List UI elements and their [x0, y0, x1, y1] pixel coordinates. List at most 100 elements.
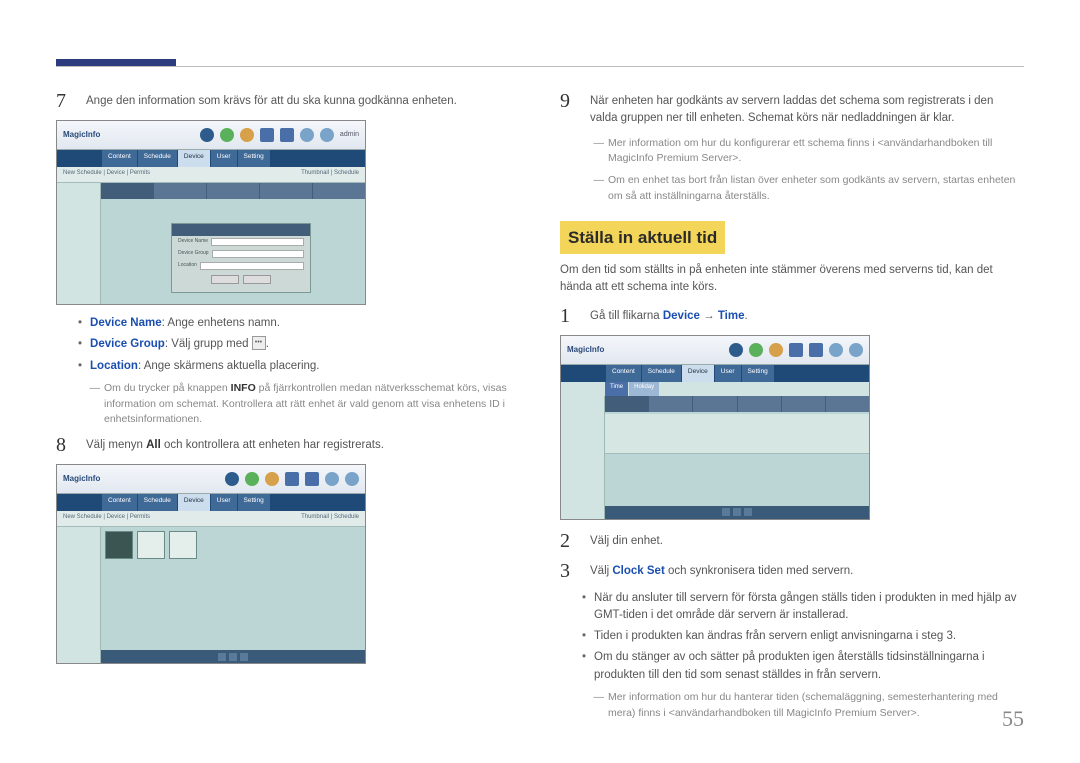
subbar-left: New Schedule | Device | Permits	[63, 513, 150, 524]
subbar-left: New Schedule | Device | Permits	[63, 169, 150, 180]
page-number: 55	[1002, 702, 1024, 735]
step-text: Ange den information som krävs för att d…	[86, 90, 520, 110]
bullet-icon	[78, 336, 82, 353]
status-icon	[220, 128, 234, 142]
help-icon	[849, 343, 863, 357]
subtab-time[interactable]: Time	[605, 382, 628, 396]
panel-icon	[809, 343, 823, 357]
page-num-icon[interactable]	[229, 653, 237, 661]
device-thumb[interactable]	[169, 531, 197, 559]
bullet-text: När du ansluter till servern för första …	[594, 590, 1024, 625]
warning-icon	[769, 343, 783, 357]
step-9: 9 När enheten har godkänts av servern la…	[560, 90, 1024, 128]
app-tabs: Content Schedule Device User Setting	[561, 365, 869, 382]
device-group-input[interactable]	[212, 250, 304, 258]
app-tabs: Content Schedule Device User Setting	[57, 494, 365, 511]
time-bullets: När du ansluter till servern för första …	[582, 590, 1024, 684]
page-prev-icon[interactable]	[722, 508, 730, 516]
panel-icon	[285, 472, 299, 486]
cancel-button[interactable]	[243, 275, 271, 284]
approve-dialog: Device Name Device Group Location	[171, 223, 311, 293]
page-next-icon[interactable]	[240, 653, 248, 661]
bullet-icon	[582, 649, 586, 684]
tab-content[interactable]: Content	[606, 365, 641, 382]
screenshot-device-list: MagicInfo Content Schedule Device User S…	[56, 464, 366, 664]
tab-schedule[interactable]: Schedule	[642, 365, 681, 382]
screenshot-approve-device: MagicInfo admin Content Schedule Device …	[56, 120, 366, 305]
bullet-icon	[78, 358, 82, 375]
table-header	[605, 396, 869, 412]
field-label: Location	[178, 262, 197, 270]
bullet-item: Tiden i produkten kan ändras från server…	[582, 628, 1024, 645]
globe-icon	[300, 128, 314, 142]
header-divider	[56, 66, 1024, 67]
app-workarea	[101, 527, 365, 663]
bullet-icon	[78, 315, 82, 332]
note-text: Om du trycker på knappen INFO på fjärrko…	[104, 381, 520, 428]
step-text: Gå till flikarna Device → Time.	[590, 305, 1024, 325]
panel-icon	[789, 343, 803, 357]
app-workarea	[605, 396, 869, 519]
note-text: Om en enhet tas bort från listan över en…	[608, 173, 1024, 205]
bullet-icon	[582, 628, 586, 645]
app-sidebar	[57, 183, 101, 304]
tab-user[interactable]: User	[211, 494, 237, 511]
tab-user[interactable]: User	[715, 365, 741, 382]
table-row[interactable]	[605, 414, 869, 454]
tab-user[interactable]: User	[211, 150, 237, 167]
tab-schedule[interactable]: Schedule	[138, 494, 177, 511]
page-next-icon[interactable]	[744, 508, 752, 516]
tab-schedule[interactable]: Schedule	[138, 150, 177, 167]
help-icon	[320, 128, 334, 142]
step-text: Välj Clock Set och synkronisera tiden me…	[590, 560, 1024, 580]
server-icon	[200, 128, 214, 142]
field-label: Device Group	[178, 250, 209, 258]
step-number: 7	[56, 90, 72, 112]
app-brand: MagicInfo	[63, 473, 100, 485]
app-sidebar	[57, 527, 101, 663]
page-prev-icon[interactable]	[218, 653, 226, 661]
step-3: 3 Välj Clock Set och synkronisera tiden …	[560, 560, 1024, 582]
note-text: Mer information om hur du konfigurerar e…	[608, 136, 1024, 168]
tab-device[interactable]: Device	[178, 494, 210, 511]
status-icon	[245, 472, 259, 486]
server-icon	[729, 343, 743, 357]
tab-content[interactable]: Content	[102, 150, 137, 167]
bullet-device-group: Device Group: Välj grupp med .	[78, 336, 520, 353]
bullet-item: Om du stänger av och sätter på produkten…	[582, 649, 1024, 684]
step-number: 2	[560, 530, 576, 552]
tab-setting[interactable]: Setting	[238, 494, 270, 511]
tab-content[interactable]: Content	[102, 494, 137, 511]
app-brand: MagicInfo	[63, 129, 100, 141]
bullet-text: Device Group: Välj grupp med .	[90, 336, 269, 353]
pager	[605, 506, 869, 519]
bullet-device-name: Device Name: Ange enhetens namn.	[78, 315, 520, 332]
device-thumb[interactable]	[105, 531, 133, 559]
tab-setting[interactable]: Setting	[742, 365, 774, 382]
location-input[interactable]	[200, 262, 304, 270]
app-subbar: New Schedule | Device | Permits Thumbnai…	[57, 167, 365, 183]
subtab-holiday[interactable]: Holiday	[629, 382, 659, 396]
section-intro: Om den tid som ställts in på enheten int…	[560, 262, 1024, 297]
tab-device[interactable]: Device	[178, 150, 210, 167]
browse-button-icon	[252, 336, 266, 350]
bullet-location: Location: Ange skärmens aktuella placeri…	[78, 358, 520, 375]
dash-icon	[588, 136, 604, 168]
ok-button[interactable]	[211, 275, 239, 284]
help-icon	[345, 472, 359, 486]
dash-icon	[84, 381, 100, 428]
note-schedule-manual: Mer information om hur du konfigurerar e…	[588, 136, 1024, 168]
tab-device[interactable]: Device	[682, 365, 714, 382]
device-thumb[interactable]	[137, 531, 165, 559]
app-body	[561, 396, 869, 519]
dialog-title-bar	[172, 224, 310, 236]
step-7: 7 Ange den information som krävs för att…	[56, 90, 520, 112]
globe-icon	[829, 343, 843, 357]
tab-setting[interactable]: Setting	[238, 150, 270, 167]
panel-icon	[280, 128, 294, 142]
page-num-icon[interactable]	[733, 508, 741, 516]
device-name-input[interactable]	[211, 238, 304, 246]
section-title: Ställa in aktuell tid	[560, 221, 725, 255]
globe-icon	[325, 472, 339, 486]
bullet-text: Location: Ange skärmens aktuella placeri…	[90, 358, 319, 375]
